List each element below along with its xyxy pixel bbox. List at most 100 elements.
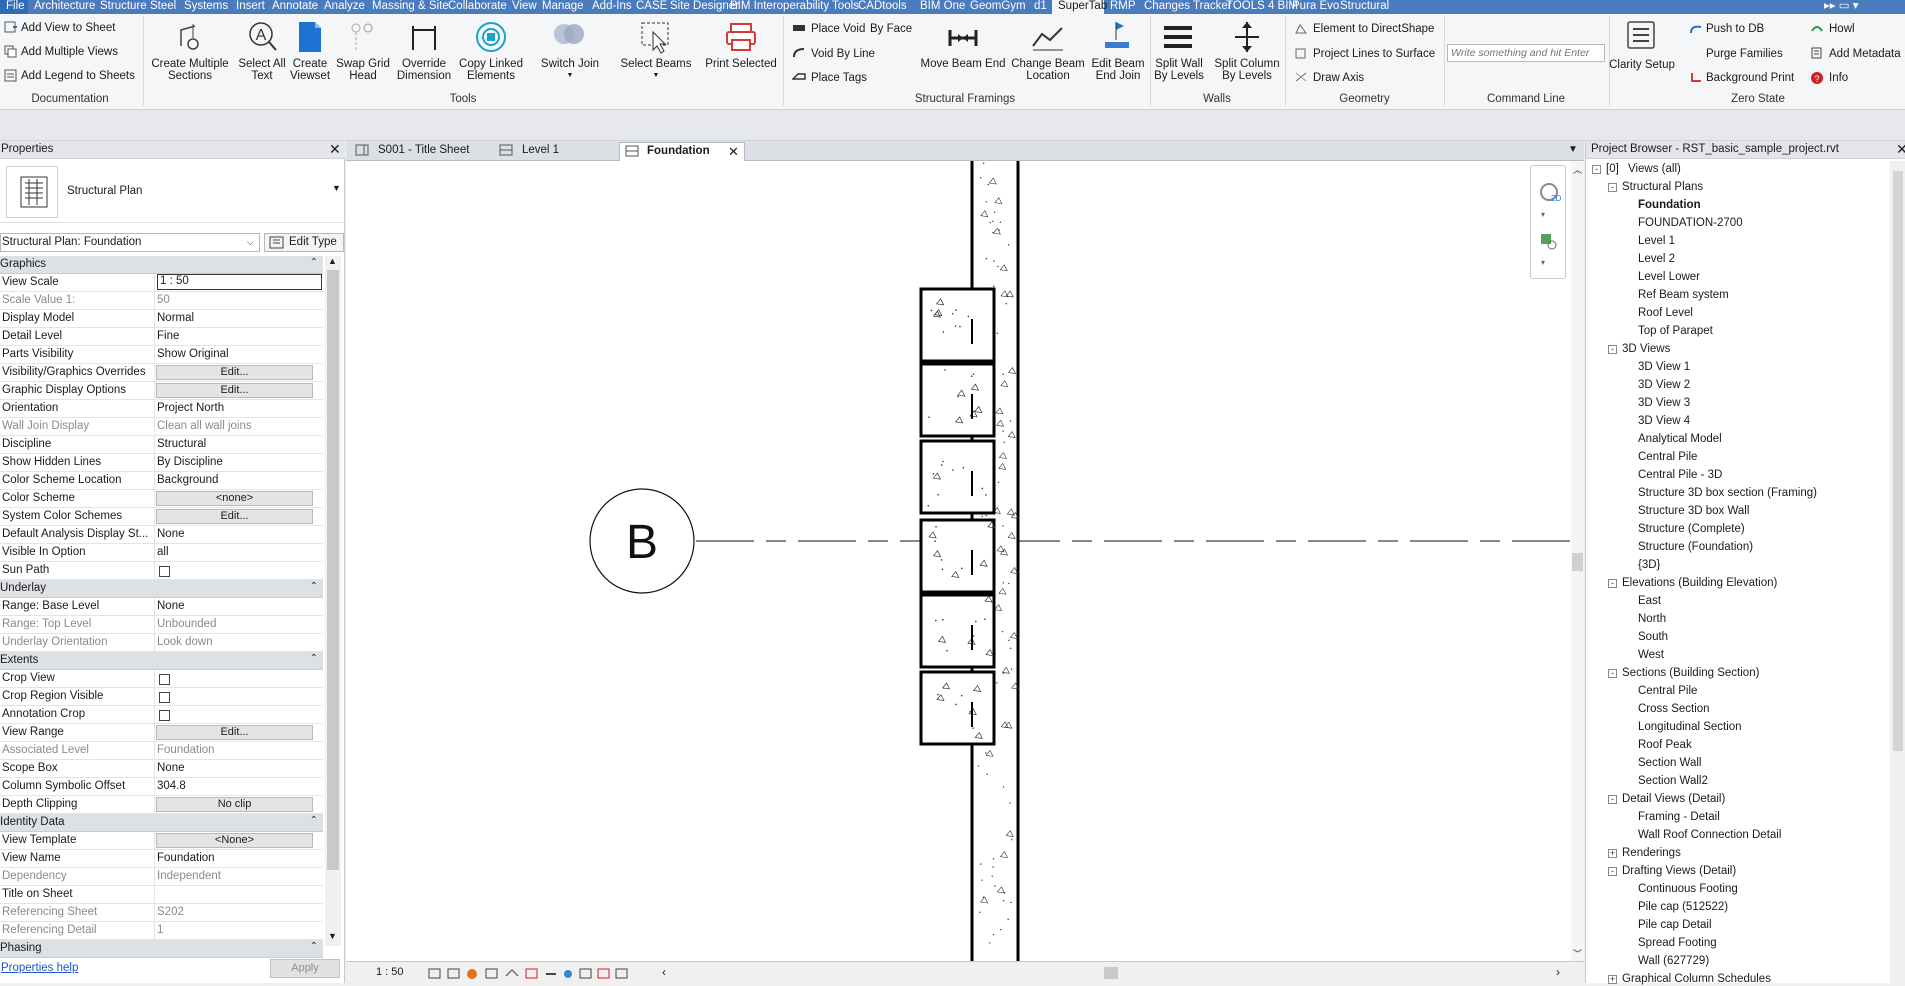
- add-metadata-button[interactable]: Add Metadata: [1829, 48, 1901, 61]
- info-button[interactable]: Info: [1829, 72, 1848, 85]
- menu-tab-tools-4-bim[interactable]: TOOLS 4 BIM: [1220, 0, 1298, 14]
- menu-tab-insert[interactable]: Insert: [230, 0, 266, 14]
- steering-wheel-icon[interactable]: 2D: [1537, 180, 1561, 207]
- pile-cap[interactable]: [919, 439, 996, 515]
- edit-type-button[interactable]: Edit Type: [264, 233, 344, 252]
- property-category[interactable]: Identity Data ⌃: [0, 814, 323, 832]
- collapse-toggle-icon[interactable]: -: [1592, 165, 1601, 174]
- browser-view-item[interactable]: Top of Parapet: [1638, 324, 1713, 338]
- element-to-directshape-button[interactable]: Element to DirectShape: [1313, 23, 1434, 36]
- by-face-button[interactable]: By Face: [870, 23, 912, 36]
- browser-view-item[interactable]: Analytical Model: [1638, 432, 1722, 446]
- browser-view-item[interactable]: FOUNDATION-2700: [1638, 216, 1743, 230]
- menu-tab-cadtools[interactable]: CADtools: [852, 0, 914, 14]
- browser-view-item[interactable]: {3D}: [1638, 558, 1660, 572]
- property-row[interactable]: Parts Visibility Show Original: [0, 346, 323, 364]
- property-input[interactable]: 1 : 50: [157, 274, 322, 290]
- browser-folder[interactable]: Sections (Building Section): [1622, 666, 1759, 680]
- close-icon[interactable]: ✕: [1896, 141, 1905, 158]
- browser-view-item[interactable]: Level 2: [1638, 252, 1675, 266]
- property-row[interactable]: Sun Path: [0, 562, 323, 580]
- property-edit-button[interactable]: No clip: [156, 797, 313, 812]
- tab-foundation[interactable]: Foundation ✕: [619, 142, 745, 161]
- horizontal-scroll-thumb[interactable]: [1104, 967, 1118, 979]
- project-lines-to-surface-button[interactable]: Project Lines to Surface: [1313, 48, 1435, 61]
- browser-scrollbar[interactable]: [1890, 161, 1905, 983]
- menu-tab-bim-one[interactable]: BIM One: [914, 0, 965, 14]
- browser-view-item[interactable]: Cross Section: [1638, 702, 1710, 716]
- property-row[interactable]: View Range Edit...: [0, 724, 323, 742]
- property-row[interactable]: Color Scheme Location Background: [0, 472, 323, 490]
- browser-view-item[interactable]: Framing - Detail: [1638, 810, 1720, 824]
- menu-tab-geomgym[interactable]: GeomGym: [964, 0, 1028, 14]
- chevron-down-icon[interactable]: ▾: [1541, 258, 1545, 267]
- move-beam-end-button[interactable]: Move Beam End: [913, 58, 1013, 70]
- background-print-button[interactable]: Background Print: [1706, 72, 1794, 85]
- browser-view-item[interactable]: Section Wall: [1638, 756, 1702, 770]
- menu-tab-rmp[interactable]: RMP: [1104, 0, 1138, 14]
- menu-tab-architecture[interactable]: Architecture: [28, 0, 95, 14]
- properties-scrollbar[interactable]: ▲ ▼: [325, 256, 341, 946]
- property-row[interactable]: Annotation Crop: [0, 706, 323, 724]
- apply-button[interactable]: Apply: [270, 959, 340, 978]
- menu-tab-supertab[interactable]: SuperTab: [1052, 0, 1107, 14]
- property-checkbox[interactable]: [159, 674, 170, 685]
- scrollbar-thumb[interactable]: [1572, 553, 1583, 571]
- browser-view-item[interactable]: South: [1638, 630, 1668, 644]
- property-row[interactable]: Crop View: [0, 670, 323, 688]
- collapse-icon[interactable]: ⌃: [310, 257, 318, 268]
- scroll-down-icon[interactable]: ﹀: [1573, 947, 1582, 960]
- browser-view-item[interactable]: Structure (Foundation): [1638, 540, 1753, 554]
- property-row[interactable]: Show Hidden Lines By Discipline: [0, 454, 323, 472]
- property-row[interactable]: Scope Box None: [0, 760, 323, 778]
- split-wall-button[interactable]: Split Wall By Levels: [1143, 58, 1215, 82]
- property-row[interactable]: Orientation Project North: [0, 400, 323, 418]
- create-viewset-button[interactable]: Create Viewset: [287, 58, 333, 82]
- canvas-vertical-scrollbar[interactable]: ︿ ﹀: [1571, 161, 1584, 961]
- purge-families-button[interactable]: Purge Families: [1706, 48, 1783, 61]
- menu-tab-bim-interoperability-tools[interactable]: BIM Interoperability Tools: [724, 0, 859, 14]
- pile-cap[interactable]: [919, 287, 996, 363]
- menu-tab-massing-site[interactable]: Massing & Site: [366, 0, 449, 14]
- menu-tab-case[interactable]: CASE: [630, 0, 667, 14]
- property-row[interactable]: View Name Foundation: [0, 850, 323, 868]
- split-column-button[interactable]: Split Column By Levels: [1209, 58, 1285, 82]
- close-tab-icon[interactable]: ✕: [728, 143, 739, 160]
- browser-view-item[interactable]: Structure (Complete): [1638, 522, 1745, 536]
- clarity-setup-button[interactable]: Clarity Setup: [1606, 59, 1678, 71]
- properties-help-link[interactable]: Properties help: [1, 962, 78, 974]
- scrollbar-thumb[interactable]: [1893, 171, 1903, 751]
- select-beams-button[interactable]: Select Beams ▼: [616, 58, 696, 82]
- property-category[interactable]: Extents ⌃: [0, 652, 323, 670]
- pile-cap[interactable]: [919, 362, 996, 438]
- add-multiple-views-button[interactable]: Add Multiple Views: [21, 46, 118, 59]
- dropdown-arrow-icon[interactable]: ▼: [534, 70, 606, 82]
- browser-view-item[interactable]: Central Pile: [1638, 684, 1697, 698]
- menu-tab-structural[interactable]: Structural: [1334, 0, 1396, 14]
- property-row[interactable]: Discipline Structural: [0, 436, 323, 454]
- property-edit-button[interactable]: Edit...: [156, 365, 313, 380]
- swap-grid-head-button[interactable]: Swap Grid Head: [333, 58, 393, 82]
- property-row[interactable]: Detail Level Fine: [0, 328, 323, 346]
- switch-join-button[interactable]: Switch Join ▼: [534, 58, 606, 82]
- property-category[interactable]: Graphics ⌃: [0, 256, 323, 274]
- menu-tab-site-designer[interactable]: Site Designer: [664, 0, 739, 14]
- browser-view-item[interactable]: Wall Roof Connection Detail: [1638, 828, 1781, 842]
- browser-view-item[interactable]: Section Wall2: [1638, 774, 1708, 788]
- browser-folder[interactable]: Views (all): [1628, 162, 1681, 176]
- place-tags-button[interactable]: Place Tags: [811, 72, 867, 85]
- override-dimension-button[interactable]: Override Dimension: [391, 58, 457, 82]
- draw-axis-button[interactable]: Draw Axis: [1313, 72, 1364, 85]
- property-edit-button[interactable]: <none>: [156, 491, 313, 506]
- browser-view-item[interactable]: Structure 3D box Wall: [1638, 504, 1749, 518]
- property-row[interactable]: Graphic Display Options Edit...: [0, 382, 323, 400]
- navigation-bar[interactable]: 2D ▾ ▾: [1530, 165, 1566, 279]
- chevron-down-icon[interactable]: ▾: [1541, 210, 1545, 219]
- copy-linked-elements-button[interactable]: Copy Linked Elements: [454, 58, 528, 82]
- menu-tab-changes-tracker[interactable]: Changes Tracker: [1138, 0, 1232, 14]
- browser-view-item[interactable]: East: [1638, 594, 1661, 608]
- collapse-toggle-icon[interactable]: -: [1608, 795, 1617, 804]
- browser-view-item[interactable]: Level Lower: [1638, 270, 1700, 284]
- place-void-button[interactable]: Place Void: [811, 23, 865, 36]
- property-row[interactable]: Color Scheme <none>: [0, 490, 323, 508]
